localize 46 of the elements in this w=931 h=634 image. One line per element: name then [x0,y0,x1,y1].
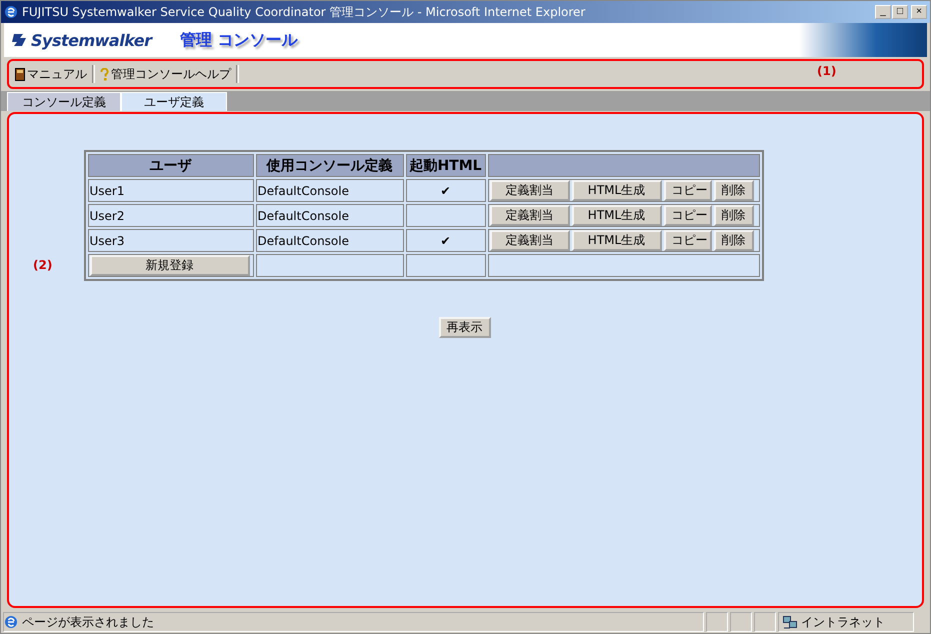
column-header: ユーザ [88,154,254,177]
table-cell: User2 [88,204,254,227]
column-header: 起動HTML [406,154,486,177]
row-action-button[interactable]: HTML生成 [572,180,662,201]
tab[interactable]: コンソール定義 [7,92,121,111]
page-title: 管理 コンソール [180,30,299,50]
row-action-button[interactable]: 削除 [714,205,754,226]
table-cell: ✔ [406,179,486,202]
row-action-button[interactable]: 定義割当 [490,205,570,226]
row-action-button[interactable]: HTML生成 [572,230,662,251]
row-action-button[interactable]: コピー [664,180,712,201]
table-cell: DefaultConsole [256,179,404,202]
status-pane [730,612,752,632]
row-action-button[interactable]: 定義割当 [490,230,570,251]
refresh-button[interactable]: 再表示 [438,317,490,338]
row-action-button[interactable]: 削除 [714,230,754,251]
table-cell: DefaultConsole [256,229,404,252]
table-cell: DefaultConsole [256,204,404,227]
tab[interactable]: ユーザ定義 [121,92,227,111]
window-control-button[interactable]: □ [892,5,908,19]
window-title: FUJITSU Systemwalker Service Quality Coordinator 管理コンソール - Microsoft Internet Explorer [22,4,586,20]
row-action-button[interactable]: 定義割当 [490,180,570,201]
status-pane [754,612,776,632]
help-icon [100,68,109,80]
row-action-button[interactable]: 削除 [714,180,754,201]
row-action-button[interactable]: HTML生成 [572,205,662,226]
row-action-button[interactable]: コピー [664,205,712,226]
logo-text: Systemwalker [31,30,152,50]
annotation-label: (1) [817,64,836,78]
network-icon [783,616,797,628]
row-action-button[interactable]: コピー [664,230,712,251]
browser-icon [4,5,18,19]
window-control-button[interactable]: × [911,5,927,19]
zone-text: イントラネット [801,614,885,630]
new-button[interactable]: 新規登録 [90,255,250,276]
table-cell: ✔ [406,229,486,252]
status-pane [706,612,728,632]
table-cell: User1 [88,179,254,202]
book-icon [15,68,25,80]
column-header: 使用コンソール定義 [256,154,404,177]
annotation-label: (2) [33,258,52,272]
status-text: ページが表示されました [22,614,154,630]
window-control-button[interactable]: _ [875,5,891,19]
table-cell: User3 [88,229,254,252]
toolbar-link[interactable]: 管理コンソールヘルプ [98,66,233,82]
toolbar-link[interactable]: マニュアル [13,66,89,82]
